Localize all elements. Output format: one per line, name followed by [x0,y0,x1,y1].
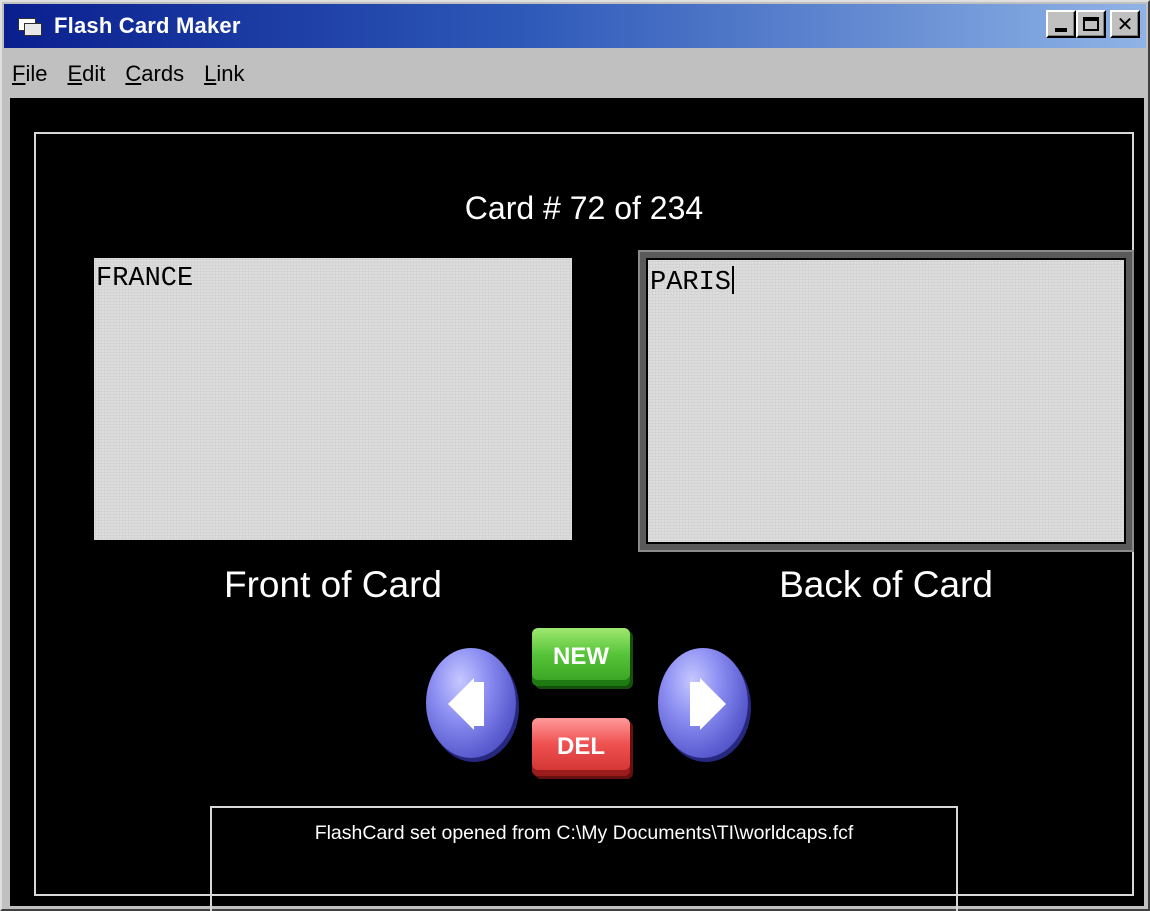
menu-edit-rest: dit [82,61,106,86]
window-controls: ✕ [1046,10,1140,38]
minimize-icon [1055,28,1067,32]
new-card-label: NEW [553,643,609,670]
text-cursor [732,266,735,294]
next-card-button[interactable] [658,648,748,758]
menu-file-accel: F [12,61,26,86]
back-card-focus-frame: PARIS [638,250,1134,552]
title-bar[interactable]: Flash Card Maker ✕ [4,4,1146,48]
close-icon: ✕ [1116,12,1134,36]
back-card-caption: Back of Card [779,564,993,605]
back-card-textbox[interactable]: PARIS [646,258,1126,544]
menu-link-accel: L [204,61,217,86]
card-counter: Card # 72 of 234 [464,190,704,226]
previous-card-button[interactable] [426,648,516,758]
minimize-button[interactable] [1046,10,1076,38]
menu-cards[interactable]: Cards [125,61,184,87]
left-arrow-stem [472,682,484,726]
maximize-icon [1083,17,1099,31]
right-arrow-icon [700,678,726,730]
front-card-text: FRANCE [96,264,194,294]
app-window: Flash Card Maker ✕ File Edit Cards Link … [0,0,1150,911]
flash-card-app-icon[interactable] [16,14,44,38]
back-card-text: PARIS [650,268,732,298]
menu-edit[interactable]: Edit [67,61,105,87]
status-message: FlashCard set opened from C:\My Document… [314,822,854,844]
front-card-textbox[interactable]: FRANCE [94,258,572,540]
status-message-box: FlashCard set opened from C:\My Document… [210,806,958,911]
delete-card-button[interactable]: DEL [532,718,630,776]
menu-edit-accel: E [67,61,83,86]
menu-bar: File Edit Cards Link [4,54,264,94]
window-title: Flash Card Maker [54,13,241,38]
client-area: Card # 72 of 234 FRANCE PARIS Front of C… [10,98,1144,911]
front-card-caption: Front of Card [224,564,442,605]
menu-file-rest: ile [25,61,48,86]
delete-card-label: DEL [557,733,605,760]
menu-link[interactable]: Link [204,61,244,87]
card-front-shape [24,23,42,36]
card-editor-frame: Card # 72 of 234 FRANCE PARIS Front of C… [34,132,1134,911]
maximize-button[interactable] [1076,10,1106,38]
menu-link-rest: ink [216,61,245,86]
left-arrow-icon [448,678,474,730]
new-card-button[interactable]: NEW [532,628,630,686]
close-button[interactable]: ✕ [1110,10,1140,38]
menu-cards-rest: ards [141,61,185,86]
menu-cards-accel: C [125,61,142,86]
menu-file[interactable]: File [12,61,47,87]
